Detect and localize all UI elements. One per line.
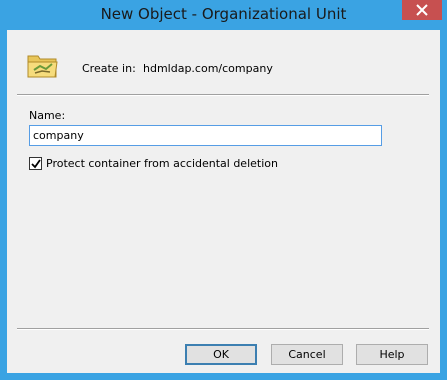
protect-checkbox-label: Protect container from accidental deleti… [46, 157, 278, 170]
protect-checkbox-row[interactable]: Protect container from accidental deleti… [29, 157, 278, 170]
ou-folder-icon [27, 55, 58, 78]
close-button[interactable] [402, 0, 442, 20]
top-separator [17, 94, 429, 96]
bottom-separator [17, 328, 429, 330]
cancel-button[interactable]: Cancel [271, 344, 343, 365]
close-icon [416, 4, 428, 16]
name-label: Name: [29, 109, 66, 122]
ok-button[interactable]: OK [185, 344, 257, 365]
dialog-window: New Object - Organizational Unit Create … [0, 0, 447, 380]
create-in-path: hdmldap.com/company [143, 62, 273, 75]
dialog-body: Create in: hdmldap.com/company Name: Pro… [7, 30, 440, 373]
help-button[interactable]: Help [356, 344, 428, 365]
name-input[interactable] [29, 125, 382, 146]
create-in-label: Create in: [82, 62, 136, 75]
title-bar[interactable]: New Object - Organizational Unit [0, 0, 447, 30]
window-title: New Object - Organizational Unit [100, 5, 347, 23]
checkmark-icon [30, 158, 41, 168]
protect-checkbox[interactable] [29, 157, 42, 170]
